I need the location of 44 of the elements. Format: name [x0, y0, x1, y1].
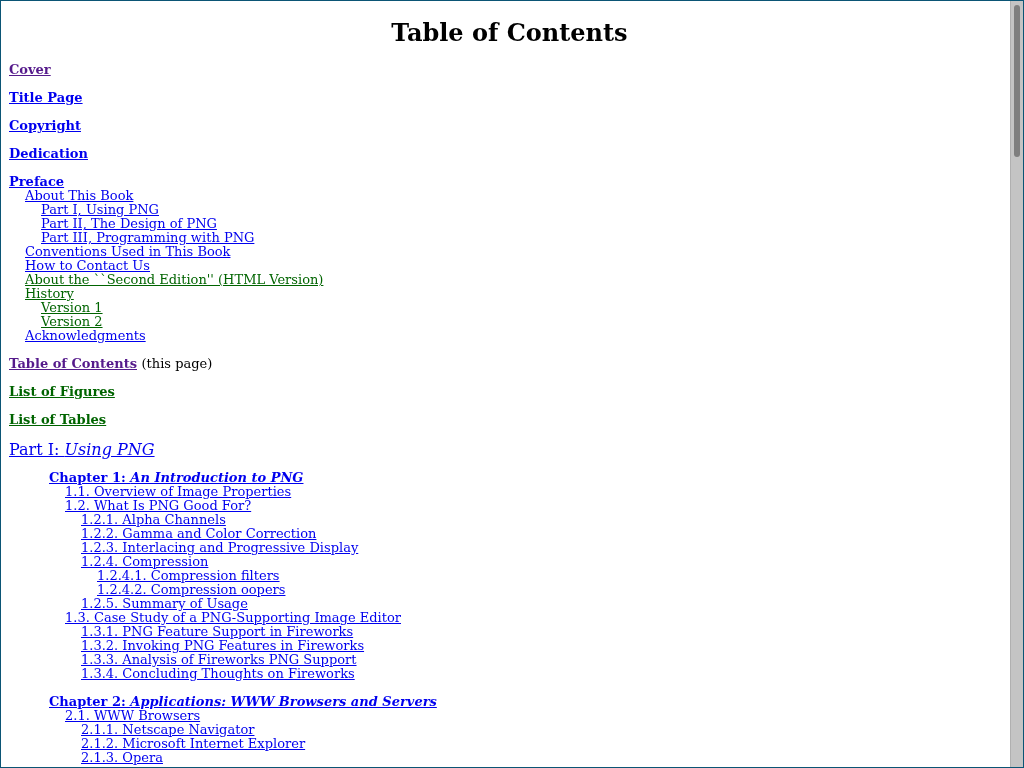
- toc-link[interactable]: Cover: [9, 62, 51, 77]
- toc-link[interactable]: 1.3.1. PNG Feature Support in Fireworks: [81, 624, 354, 639]
- toc-link[interactable]: 1.2.4.1. Compression filters: [97, 568, 280, 583]
- toc-link[interactable]: Preface: [9, 174, 65, 189]
- toc-link[interactable]: How to Contact Us: [25, 258, 150, 273]
- note-text: (this page): [141, 356, 213, 371]
- toc-link[interactable]: Dedication: [9, 146, 88, 161]
- toc-link[interactable]: 1.3.2. Invoking PNG Features in Fireworks: [81, 638, 365, 653]
- page-title: Table of Contents: [390, 17, 629, 48]
- scrollbar-thumb[interactable]: [1014, 5, 1020, 157]
- toc-link[interactable]: Part III, Programming with PNG: [41, 230, 255, 245]
- toc-link[interactable]: List of Figures: [9, 384, 115, 399]
- toc-link[interactable]: Part I: Using PNG: [9, 440, 155, 459]
- toc-link[interactable]: Table of Contents: [9, 356, 137, 371]
- toc-link[interactable]: Copyright: [9, 118, 81, 133]
- toc-link[interactable]: 1.2.4. Compression: [81, 554, 209, 569]
- toc-link[interactable]: 1.2.5. Summary of Usage: [81, 596, 248, 611]
- toc-link[interactable]: 1.2.4.2. Compression oopers: [97, 582, 286, 597]
- toc-link[interactable]: 1.2.3. Interlacing and Progressive Display: [81, 540, 359, 555]
- toc-link[interactable]: Chapter 2: Applications: WWW Browsers and Servers: [49, 694, 437, 709]
- toc-link[interactable]: 2.1.1. Netscape Navigator: [81, 722, 255, 737]
- toc-link[interactable]: 1.1. Overview of Image Properties: [65, 484, 292, 499]
- toc-link[interactable]: 1.2.2. Gamma and Color Correction: [81, 526, 317, 541]
- toc-link[interactable]: 2.1.2. Microsoft Internet Explorer: [81, 736, 306, 751]
- toc-link[interactable]: Part II, The Design of PNG: [41, 216, 217, 231]
- toc-link[interactable]: 1.3. Case Study of a PNG-Supporting Image Editor: [65, 610, 401, 625]
- toc-link[interactable]: About the ``Second Edition'' (HTML Version): [25, 272, 324, 287]
- toc-link[interactable]: History: [25, 286, 74, 301]
- toc-link[interactable]: 2.1. WWW Browsers: [65, 708, 201, 723]
- toc-link[interactable]: Conventions Used in This Book: [25, 244, 231, 259]
- toc-link[interactable]: Version 2: [41, 314, 103, 329]
- toc-link[interactable]: 1.3.4. Concluding Thoughts on Fireworks: [81, 666, 355, 681]
- toc-link[interactable]: 1.2. What Is PNG Good For?: [65, 498, 252, 513]
- toc-link[interactable]: Title Page: [9, 90, 83, 105]
- scrollbar[interactable]: [1010, 1, 1023, 767]
- toc-link[interactable]: 2.1.3. Opera: [81, 750, 163, 765]
- toc-link[interactable]: Chapter 1: An Introduction to PNG: [49, 470, 304, 485]
- toc-link[interactable]: About This Book: [25, 188, 134, 203]
- toc-link[interactable]: List of Tables: [9, 412, 107, 427]
- toc-link[interactable]: 1.2.1. Alpha Channels: [81, 512, 226, 527]
- toc-link[interactable]: Version 1: [41, 300, 103, 315]
- toc-link[interactable]: Acknowledgments: [25, 328, 146, 343]
- toc-link[interactable]: Part I, Using PNG: [41, 202, 159, 217]
- toc-link[interactable]: 1.3.3. Analysis of Fireworks PNG Support: [81, 652, 357, 667]
